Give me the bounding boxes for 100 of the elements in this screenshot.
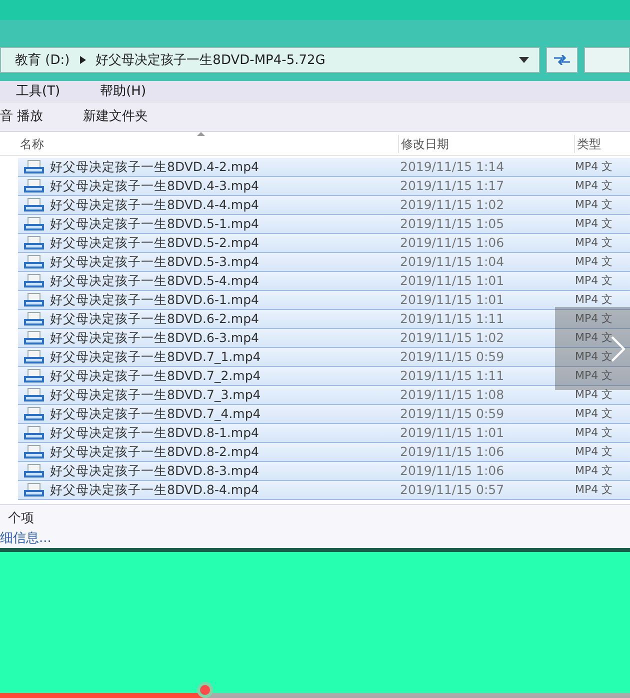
file-name: 好父母决定孩子一生8DVD.7_2.mp4 (50, 366, 262, 385)
file-type: MP4 文 (575, 216, 613, 232)
file-date: 2019/11/15 1:02 (400, 328, 506, 347)
file-date: 2019/11/15 1:01 (400, 272, 506, 290)
column-header[interactable]: 类型 (574, 134, 630, 153)
file-row[interactable]: 好父母决定孩子一生8DVD.5-3.mp4 2019/11/15 1:04 MP4 文 (18, 253, 630, 272)
file-type: MP4 文 (575, 178, 613, 194)
file-type: MP4 文 (575, 292, 613, 308)
file-name: 好父母决定孩子一生8DVD.4-4.mp4 (50, 196, 260, 214)
file-name: 好父母决定孩子一生8DVD.5-4.mp4 (50, 272, 260, 290)
video-file-icon (23, 350, 45, 364)
file-name: 好父母决定孩子一生8DVD.6-1.mp4 (50, 290, 260, 309)
file-type: MP4 文 (575, 272, 613, 289)
file-row[interactable]: 好父母决定孩子一生8DVD.8-2.mp4 2019/11/15 1:06 MP4 文 (18, 443, 630, 462)
file-type: MP4 文 (575, 330, 613, 346)
file-type: MP4 文 (575, 406, 613, 422)
file-type: MP4 文 (575, 196, 613, 213)
details-link[interactable]: 细信息... (0, 528, 630, 548)
chevron-right-icon (611, 336, 625, 362)
file-name: 好父母决定孩子一生8DVD.8-4.mp4 (50, 480, 260, 499)
file-row[interactable]: 好父母决定孩子一生8DVD.7_2.mp4 2019/11/15 1:11 MP4 文 (18, 367, 630, 386)
file-type: MP4 文 (575, 310, 613, 327)
column-header[interactable]: 修改日期 (398, 134, 574, 153)
file-row[interactable]: 好父母决定孩子一生8DVD.8-1.mp4 2019/11/15 1:01 MP4 文 (18, 424, 630, 443)
next-button[interactable] (555, 307, 630, 390)
file-row[interactable]: 好父母决定孩子一生8DVD.8-3.mp4 2019/11/15 1:06 MP4 文 (18, 462, 630, 481)
video-file-icon (23, 464, 45, 478)
file-row[interactable]: 好父母决定孩子一生8DVD.5-2.mp4 2019/11/15 1:06 MP4 文 (18, 234, 630, 253)
refresh-arrows-icon (553, 55, 571, 66)
file-row[interactable]: 好父母决定孩子一生8DVD.6-3.mp4 2019/11/15 1:02 MP4 文 (18, 329, 630, 348)
breadcrumb-arrow-icon (80, 56, 86, 64)
file-date: 2019/11/15 1:06 (400, 234, 506, 252)
file-row[interactable]: 好父母决定孩子一生8DVD.6-2.mp4 2019/11/15 1:11 MP4 文 (18, 310, 630, 329)
file-name: 好父母决定孩子一生8DVD.6-3.mp4 (50, 328, 260, 347)
file-row[interactable]: 好父母决定孩子一生8DVD.7_4.mp4 2019/11/15 0:59 MP4 文 (18, 405, 630, 424)
file-row[interactable]: 好父母决定孩子一生8DVD.4-3.mp4 2019/11/15 1:17 MP4 文 (18, 177, 630, 196)
drive-breadcrumb[interactable]: 教育 (D:) (15, 50, 70, 70)
file-type: MP4 文 (575, 482, 613, 498)
file-date: 2019/11/15 0:59 (400, 348, 506, 366)
video-file-icon (23, 407, 45, 421)
video-file-icon (23, 331, 45, 345)
file-name: 好父母决定孩子一生8DVD.5-2.mp4 (50, 234, 260, 252)
column-header[interactable]: 名称 (0, 134, 398, 153)
sort-arrow-icon (197, 132, 205, 136)
menu-item[interactable]: 工具(T) (16, 82, 60, 102)
file-type: MP4 文 (575, 424, 613, 441)
file-date: 2019/11/15 1:14 (400, 158, 506, 176)
file-type: MP4 文 (575, 386, 613, 403)
file-row[interactable]: 好父母决定孩子一生8DVD.4-4.mp4 2019/11/15 1:02 MP4 文 (18, 196, 630, 215)
file-date: 2019/11/15 1:17 (400, 176, 506, 195)
file-date: 2019/11/15 1:11 (400, 310, 506, 328)
file-name: 好父母决定孩子一生8DVD.8-2.mp4 (50, 442, 260, 461)
video-progress-track[interactable] (0, 693, 630, 698)
folder-breadcrumb[interactable]: 好父母决定孩子一生8DVD-MP4-5.72G (96, 50, 326, 70)
file-date: 2019/11/15 1:01 (400, 290, 506, 309)
video-file-icon (23, 293, 45, 307)
file-date: 2019/11/15 1:01 (400, 424, 506, 442)
file-date: 2019/11/15 1:05 (400, 214, 506, 233)
file-row[interactable]: 好父母决定孩子一生8DVD.5-1.mp4 2019/11/15 1:05 MP4 文 (18, 215, 630, 234)
file-date: 2019/11/15 1:02 (400, 196, 506, 214)
file-name: 好父母决定孩子一生8DVD.5-1.mp4 (50, 214, 260, 233)
file-type: MP4 文 (575, 368, 613, 384)
file-row[interactable]: 好父母决定孩子一生8DVD.5-4.mp4 2019/11/15 1:01 MP4 文 (18, 272, 630, 291)
item-count-text: 个项 (7, 510, 35, 528)
file-row[interactable]: 好父母决定孩子一生8DVD.4-2.mp4 2019/11/15 1:14 MP4 文 (18, 158, 630, 177)
file-row[interactable]: 好父母决定孩子一生8DVD.7_1.mp4 2019/11/15 0:59 MP4 文 (18, 348, 630, 367)
file-type: MP4 文 (575, 254, 613, 270)
file-name: 好父母决定孩子一生8DVD.7_4.mp4 (50, 404, 262, 423)
file-type: MP4 文 (575, 462, 613, 479)
video-file-icon (23, 445, 45, 459)
file-date: 2019/11/15 1:06 (400, 442, 506, 461)
dropdown-icon[interactable] (519, 57, 529, 64)
toolbar-button[interactable]: 音 播放 (0, 107, 44, 127)
menu-item[interactable]: 帮助(H) (100, 82, 146, 102)
address-field[interactable]: 教育 (D:) 好父母决定孩子一生8DVD-MP4-5.72G (0, 47, 540, 74)
progress-thumb[interactable] (196, 682, 213, 698)
refresh-button[interactable] (546, 47, 578, 74)
file-date: 2019/11/15 0:57 (400, 480, 506, 499)
file-row[interactable]: 好父母决定孩子一生8DVD.8-4.mp4 2019/11/15 0:57 MP4 文 (18, 481, 630, 500)
video-file-icon (23, 255, 45, 269)
file-type: MP4 文 (575, 234, 613, 251)
video-file-icon (23, 312, 45, 326)
file-type: MP4 文 (575, 444, 613, 460)
video-file-icon (23, 217, 45, 231)
file-name: 好父母决定孩子一生8DVD.7_3.mp4 (50, 386, 262, 404)
toolbar-button[interactable]: 新建文件夹 (83, 107, 148, 127)
file-type: MP4 文 (575, 348, 613, 365)
file-type: MP4 文 (575, 158, 613, 175)
file-date: 2019/11/15 1:08 (400, 386, 506, 404)
file-date: 2019/11/15 1:04 (400, 252, 506, 271)
file-date: 2019/11/15 1:06 (400, 462, 506, 480)
video-file-icon (23, 160, 45, 174)
video-file-icon (23, 198, 45, 212)
file-row[interactable]: 好父母决定孩子一生8DVD.6-1.mp4 2019/11/15 1:01 MP4 文 (18, 291, 630, 310)
video-file-icon (23, 483, 45, 497)
file-row[interactable]: 好父母决定孩子一生8DVD.7_3.mp4 2019/11/15 1:08 MP4 文 (18, 386, 630, 405)
search-field[interactable] (584, 47, 630, 74)
file-name: 好父母决定孩子一生8DVD.4-3.mp4 (50, 176, 260, 195)
file-name: 好父母决定孩子一生8DVD.8-1.mp4 (50, 424, 260, 442)
video-file-icon (23, 426, 45, 440)
